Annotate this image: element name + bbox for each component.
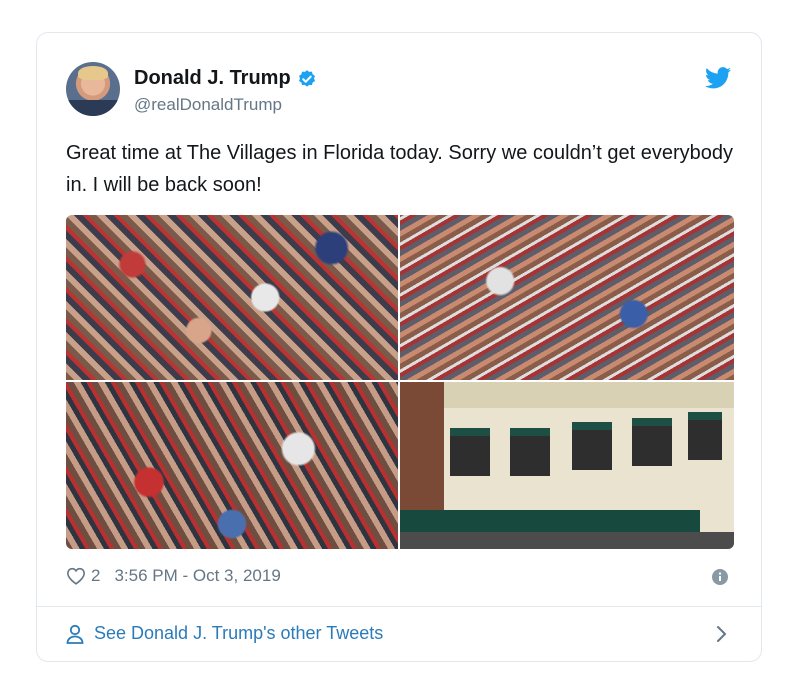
- info-icon[interactable]: [712, 569, 728, 585]
- author-row[interactable]: Donald J. Trump: [134, 67, 317, 90]
- photo-building[interactable]: [400, 382, 734, 549]
- other-tweets-label[interactable]: See Donald J. Trump's other Tweets: [94, 623, 383, 644]
- author-handle[interactable]: @realDonaldTrump: [134, 95, 282, 115]
- avatar[interactable]: [66, 62, 120, 116]
- tweet-meta: 2 3:56 PM - Oct 3, 2019: [66, 566, 281, 586]
- photo-grid[interactable]: [66, 215, 734, 549]
- building-window: [688, 412, 722, 460]
- tweet-text: Great time at The Villages in Florida to…: [66, 142, 734, 196]
- tweet-card: Donald J. Trump @realDonaldTrump Great t…: [36, 32, 762, 662]
- timestamp[interactable]: 3:56 PM - Oct 3, 2019: [114, 566, 280, 586]
- verified-badge-icon: [298, 69, 315, 87]
- street: [400, 532, 734, 549]
- building-window: [572, 422, 612, 470]
- building-window: [510, 428, 550, 476]
- photo-crowd-2[interactable]: [400, 215, 734, 380]
- divider: [37, 606, 761, 607]
- photo-crowd-1[interactable]: [66, 215, 398, 380]
- like-count[interactable]: 2: [91, 566, 100, 586]
- building-cornice: [440, 382, 734, 408]
- photo-crowd-3[interactable]: [66, 382, 398, 549]
- heart-icon[interactable]: [66, 567, 86, 585]
- person-icon: [66, 624, 84, 644]
- building-window: [450, 428, 490, 476]
- building-window: [632, 418, 672, 466]
- twitter-bird-icon[interactable]: [705, 67, 731, 89]
- chevron-right-icon[interactable]: [715, 625, 727, 643]
- author-name[interactable]: Donald J. Trump: [134, 67, 291, 90]
- other-tweets-link[interactable]: See Donald J. Trump's other Tweets: [66, 623, 383, 644]
- storefront-awning: [400, 510, 700, 532]
